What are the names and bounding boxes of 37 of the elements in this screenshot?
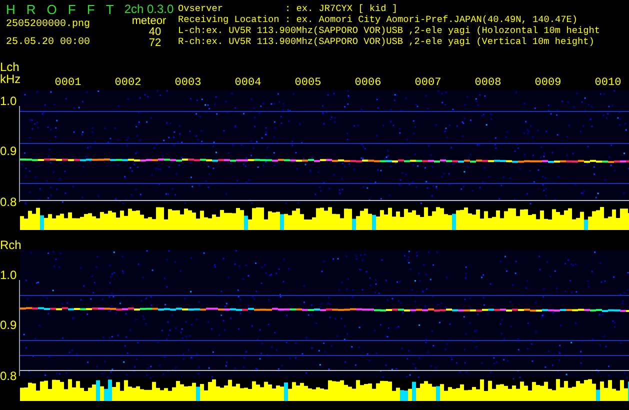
tick-label: 0.8	[0, 195, 17, 209]
version-label: 2ch 0.3.0	[124, 2, 174, 16]
unit-label: kHz	[0, 73, 20, 85]
tick-label: 0.9	[0, 144, 17, 158]
time-label: 0004	[234, 77, 262, 89]
tick-label: 0.9	[0, 318, 17, 332]
date-time: 25.05.20 00:00	[6, 37, 92, 49]
time-label: 0003	[174, 77, 202, 89]
info-label: Ovserver	[178, 3, 224, 14]
file-name: 2505200000.png	[6, 19, 92, 31]
info-value: : ex. Aomori City Aomori-Pref.JAPAN(40.49N, 140.47E)	[285, 14, 578, 25]
time-label: 0006	[354, 77, 382, 89]
time-label: 0002	[114, 77, 142, 89]
meteor-count: 72	[148, 38, 162, 49]
tick-label: 1.0	[0, 268, 17, 282]
time-label: 0008	[474, 77, 502, 89]
info-label: Receiving Location	[178, 14, 280, 25]
tick-label: 0.8	[0, 369, 17, 383]
title-letter: R	[26, 2, 36, 18]
channel-label: Lch	[0, 61, 20, 73]
channel-label: Rch	[0, 239, 20, 251]
title-letter: F	[86, 2, 95, 18]
channel-description: R-ch:ex. UV5R 113.900Mhz(SAPPORO VOR)USB ,2-ele yagi (Vertical 10m height)	[178, 36, 596, 47]
meteor-count: 40	[148, 27, 162, 38]
title-letter: O	[46, 2, 57, 18]
count-label: meteor	[132, 16, 166, 27]
channel-description: L-ch:ex. UV5R 113.900Mhz(SAPPORO VOR)USB ,2-ele yagi (Holozontal 10m height	[178, 25, 601, 36]
time-label: 0001	[54, 77, 82, 89]
time-label: 0007	[414, 77, 442, 89]
title-letter: H	[6, 2, 16, 18]
title-letter: T	[106, 2, 114, 18]
title-letter: F	[68, 2, 76, 18]
time-label: 0009	[534, 77, 562, 89]
tick-label: 1.0	[0, 94, 17, 108]
time-label: 0010	[594, 77, 622, 89]
info-value: : ex. JR7CYX [ kid ]	[285, 3, 398, 14]
time-label: 0005	[294, 77, 322, 89]
